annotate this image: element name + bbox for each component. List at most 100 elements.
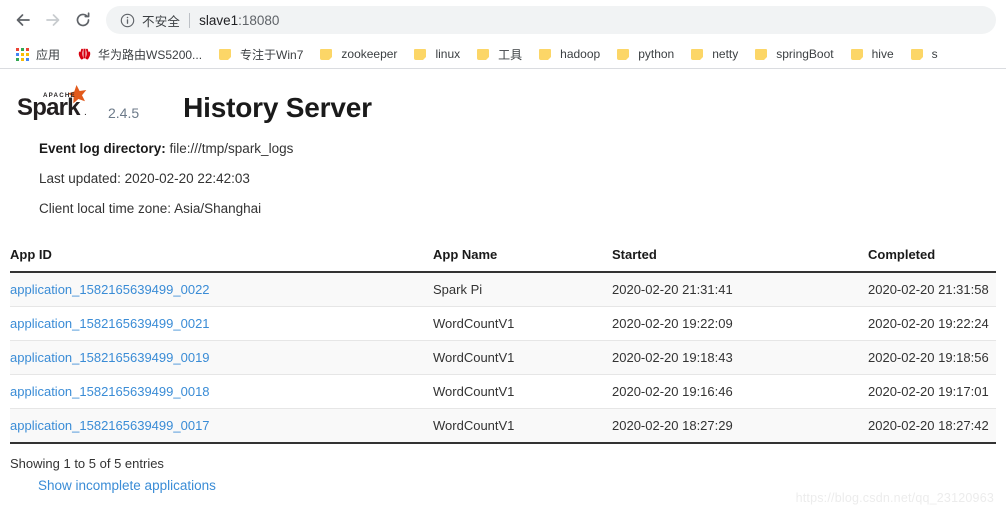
cell-app-name: WordCountV1 xyxy=(433,306,612,341)
cell-started: 2020-02-20 19:22:09 xyxy=(612,306,868,341)
address-bar[interactable]: 不安全 slave1:18080 xyxy=(106,6,996,34)
column-header-app-id[interactable]: App ID xyxy=(10,246,433,273)
cell-started: 2020-02-20 21:31:41 xyxy=(612,271,868,307)
back-arrow-icon xyxy=(16,14,30,26)
bookmarks-bar: 应用 华为路由WS5200... 专注于Win7 zookeeper linux… xyxy=(0,40,1006,68)
app-id-link[interactable]: application_1582165639499_0022 xyxy=(10,282,210,297)
event-log-directory-label: Event log directory: xyxy=(39,141,166,156)
table-row: application_1582165639499_0022 Spark Pi … xyxy=(10,271,996,307)
bookmark-folder-tools[interactable]: 工具 xyxy=(470,43,528,65)
bookmark-label: 华为路由WS5200... xyxy=(98,47,203,62)
cell-app-name: WordCountV1 xyxy=(433,374,612,409)
browser-chrome: 不安全 slave1:18080 应用 华为路由WS5200... 专注于Wi… xyxy=(0,0,1006,69)
app-id-link[interactable]: application_1582165639499_0021 xyxy=(10,316,210,331)
table-row: application_1582165639499_0021 WordCount… xyxy=(10,306,996,341)
bookmark-folder-win7[interactable]: 专注于Win7 xyxy=(212,43,309,65)
cell-app-id: application_1582165639499_0021 xyxy=(10,306,433,341)
table-header-row: App ID App Name Started Completed xyxy=(10,246,996,273)
url-port: :18080 xyxy=(238,12,280,28)
table-footer: Showing 1 to 5 of 5 entries Show incompl… xyxy=(0,444,1006,495)
cell-app-id: application_1582165639499_0019 xyxy=(10,340,433,375)
cell-app-id: application_1582165639499_0018 xyxy=(10,374,433,409)
cell-completed: 2020-02-20 19:22:24 xyxy=(868,306,996,341)
folder-icon xyxy=(910,46,926,62)
bookmark-label: netty xyxy=(712,47,739,61)
bookmark-label: hive xyxy=(871,47,894,61)
event-log-directory-value: file:///tmp/spark_logs xyxy=(165,141,294,156)
bookmark-label: 专注于Win7 xyxy=(240,47,304,62)
bookmark-folder-hive[interactable]: hive xyxy=(844,43,900,65)
show-incomplete-applications-link[interactable]: Show incomplete applications xyxy=(38,478,216,493)
app-id-link[interactable]: application_1582165639499_0019 xyxy=(10,350,210,365)
apps-grid-icon xyxy=(14,46,30,62)
cell-completed: 2020-02-20 19:18:56 xyxy=(868,340,996,375)
cell-app-name: WordCountV1 xyxy=(433,408,612,444)
folder-icon xyxy=(754,46,770,62)
bookmark-folder-linux[interactable]: linux xyxy=(407,43,466,65)
table-row: application_1582165639499_0018 WordCount… xyxy=(10,374,996,409)
cell-app-id: application_1582165639499_0022 xyxy=(10,271,433,307)
table-row: application_1582165639499_0019 WordCount… xyxy=(10,340,996,375)
column-header-app-name[interactable]: App Name xyxy=(433,246,612,273)
cell-started: 2020-02-20 18:27:29 xyxy=(612,408,868,444)
svg-text:.: . xyxy=(84,107,87,118)
cell-app-id: application_1582165639499_0017 xyxy=(10,408,433,444)
folder-icon xyxy=(413,46,429,62)
svg-text:Spark: Spark xyxy=(17,94,81,121)
folder-icon xyxy=(538,46,554,62)
reload-button[interactable] xyxy=(68,5,98,35)
apache-spark-logo: APACHE Spark . xyxy=(16,83,100,127)
folder-icon xyxy=(850,46,866,62)
bookmark-apps[interactable]: 应用 xyxy=(8,43,66,65)
watermark: https://blog.csdn.net/qq_23120963 xyxy=(795,491,994,505)
column-header-started[interactable]: Started xyxy=(612,246,868,273)
page-title: History Server xyxy=(183,92,372,123)
bookmark-label: s xyxy=(931,47,938,61)
reload-icon xyxy=(76,12,90,27)
cell-started: 2020-02-20 19:16:46 xyxy=(612,374,868,409)
event-log-directory-line: Event log directory: file:///tmp/spark_l… xyxy=(39,141,1006,157)
cell-completed: 2020-02-20 21:31:58 xyxy=(868,271,996,307)
last-updated-line: Last updated: 2020-02-20 22:42:03 xyxy=(39,171,250,187)
bookmark-label: 应用 xyxy=(36,47,61,62)
bookmark-label: hadoop xyxy=(560,47,601,61)
security-status-label: 不安全 xyxy=(142,14,181,29)
bookmark-folder-hadoop[interactable]: hadoop xyxy=(532,43,606,65)
table-head: App ID App Name Started Completed xyxy=(10,246,996,273)
bookmark-folder-springboot[interactable]: springBoot xyxy=(748,43,839,65)
bookmark-label: linux xyxy=(435,47,461,61)
bookmark-label: 工具 xyxy=(498,47,523,62)
folder-icon xyxy=(476,46,492,62)
forward-button[interactable] xyxy=(38,5,68,35)
table-row: application_1582165639499_0017 WordCount… xyxy=(10,408,996,444)
cell-completed: 2020-02-20 18:27:42 xyxy=(868,408,996,444)
applications-table-wrapper: App ID App Name Started Completed applic… xyxy=(0,246,1006,444)
huawei-flower-icon xyxy=(78,48,90,60)
bookmark-folder-python[interactable]: python xyxy=(610,43,680,65)
cell-app-name: Spark Pi xyxy=(433,271,612,307)
bookmark-folder-zookeeper[interactable]: zookeeper xyxy=(313,43,403,65)
cell-completed: 2020-02-20 19:17:01 xyxy=(868,374,996,409)
app-id-link[interactable]: application_1582165639499_0018 xyxy=(10,384,210,399)
entries-summary: Showing 1 to 5 of 5 entries xyxy=(10,455,164,471)
bookmark-label: python xyxy=(638,47,675,61)
omnibox-divider xyxy=(189,12,191,28)
cell-started: 2020-02-20 19:18:43 xyxy=(612,340,868,375)
applications-table: App ID App Name Started Completed applic… xyxy=(10,246,996,444)
client-time-zone-line: Client local time zone: Asia/Shanghai xyxy=(39,201,262,217)
spark-logo-icon: APACHE Spark . xyxy=(17,85,87,121)
bookmark-huawei-router[interactable]: 华为路由WS5200... xyxy=(70,43,208,65)
browser-toolbar: 不安全 slave1:18080 xyxy=(0,0,1006,40)
bookmark-folder-netty[interactable]: netty xyxy=(684,43,744,65)
page-header: APACHE Spark . 2.4.5 History Server xyxy=(0,69,1006,127)
back-button[interactable] xyxy=(8,5,38,35)
bookmark-label: springBoot xyxy=(776,47,834,61)
url-host: slave1 xyxy=(199,12,239,28)
forward-arrow-icon xyxy=(46,14,60,26)
huawei-icon xyxy=(76,46,92,62)
app-id-link[interactable]: application_1582165639499_0017 xyxy=(10,418,210,433)
folder-icon xyxy=(218,46,234,62)
info-circle-icon[interactable] xyxy=(120,13,135,28)
bookmark-folder-partial[interactable]: s xyxy=(904,43,944,65)
column-header-completed[interactable]: Completed xyxy=(868,246,996,273)
